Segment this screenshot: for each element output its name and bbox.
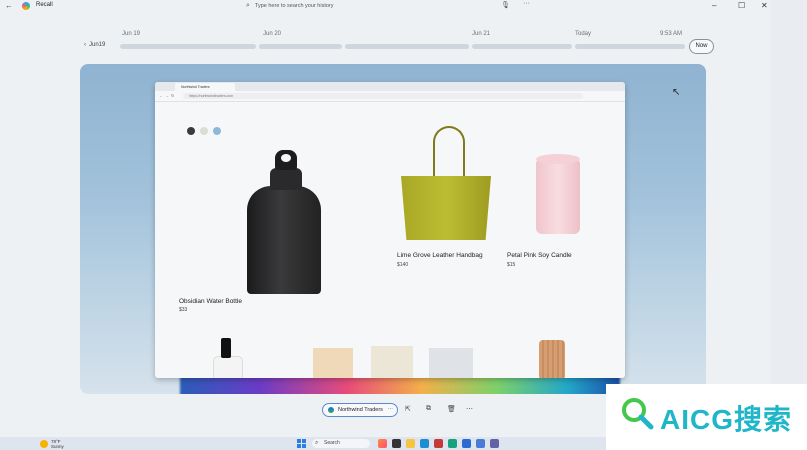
water-bottle-image — [247, 186, 321, 294]
recall-logo-icon — [22, 2, 30, 10]
timeline-time: 9:53 AM — [660, 31, 683, 37]
snapshot-browser-window[interactable]: Northwind Traders ←→↻ https://northwindt… — [155, 82, 625, 378]
more-options-icon[interactable]: ··· — [523, 0, 530, 7]
app-icon[interactable] — [378, 439, 387, 448]
water-bottle-neck — [270, 168, 302, 190]
close-icon[interactable]: ✕ — [761, 1, 768, 10]
file-explorer-icon[interactable] — [406, 439, 415, 448]
taskbar-search[interactable]: Search — [312, 439, 370, 448]
soap-bar-image — [313, 348, 353, 378]
weather-widget[interactable]: 78°F Sunny — [40, 439, 64, 449]
source-app-label: Northwind Traders — [338, 407, 383, 413]
timeline-date: Jun 20 — [263, 31, 282, 37]
timeline-segment[interactable] — [472, 44, 572, 49]
search-box[interactable]: ⌕ Type here to search your history 🎙 ··· — [240, 0, 534, 11]
timeline-segment[interactable] — [345, 44, 469, 49]
browser-address-bar: ←→↻ https://northwindtraders.com — [155, 91, 625, 102]
color-swatch-black[interactable] — [187, 127, 195, 135]
maximize-icon[interactable]: ☐ — [738, 1, 745, 10]
pump-bottle-image — [213, 356, 243, 378]
timeline-segment[interactable] — [120, 44, 256, 49]
soap-bar-image — [371, 346, 413, 378]
watermark-text: AICG搜索 — [660, 404, 793, 435]
color-swatch-white[interactable] — [200, 127, 208, 135]
task-view-icon[interactable] — [392, 439, 401, 448]
mail-icon[interactable] — [420, 439, 429, 448]
candle-top — [536, 154, 580, 164]
timeline-date: Today — [575, 31, 592, 37]
color-swatch-blue[interactable] — [213, 127, 221, 135]
chip-more-icon[interactable]: ⋯ — [388, 407, 394, 413]
weather-desc: Sunny — [51, 444, 64, 449]
weather-text: 78°F Sunny — [51, 439, 64, 449]
product-name[interactable]: Petal Pink Soy Candle — [507, 252, 572, 259]
office-icon[interactable] — [434, 439, 443, 448]
brush-image — [539, 340, 565, 378]
search-input[interactable]: Type here to search your history — [255, 3, 334, 9]
edge-icon[interactable] — [448, 439, 457, 448]
edge-browser-icon — [328, 407, 334, 413]
timeline-segment[interactable] — [259, 44, 342, 49]
open-icon[interactable]: ⇱ — [405, 405, 411, 413]
product-name[interactable]: Lime Grove Leather Handbag — [397, 252, 483, 259]
timeline-date: Jun 19 — [122, 31, 141, 37]
title-bar: ← Recall ⌕ Type here to search your hist… — [0, 0, 771, 12]
browser-tab[interactable]: Northwind Traders — [175, 83, 235, 91]
app-title: Recall — [36, 2, 53, 8]
handbag-image — [401, 176, 491, 240]
sun-icon — [40, 440, 48, 448]
mouse-cursor-icon: ↖ — [672, 87, 681, 98]
product-price: $15 — [507, 262, 516, 268]
timeline-segment[interactable] — [575, 44, 685, 49]
microphone-icon[interactable]: 🎙 — [501, 1, 510, 9]
pump-head — [221, 338, 231, 358]
recall-window: ← Recall ⌕ Type here to search your hist… — [0, 0, 771, 437]
store-icon[interactable] — [462, 439, 471, 448]
product-price: $140 — [397, 262, 409, 268]
copy-icon[interactable]: ⧉ — [426, 405, 431, 413]
minimize-icon[interactable]: – — [712, 1, 716, 10]
now-button[interactable]: Now — [689, 39, 714, 54]
browser-url[interactable]: https://northwindtraders.com — [183, 93, 583, 99]
teams-icon[interactable] — [490, 439, 499, 448]
watermark: AICG搜索 — [606, 384, 807, 450]
start-button-icon[interactable] — [297, 439, 306, 448]
chevron-left-icon: ‹ — [84, 42, 86, 48]
water-bottle-cap — [275, 150, 297, 170]
product-box-image — [429, 348, 473, 378]
delete-icon[interactable]: 🗑 — [447, 405, 456, 413]
browser-tab-strip: Northwind Traders — [155, 82, 625, 91]
source-app-chip[interactable]: Northwind Traders ⋯ — [322, 403, 398, 417]
candle-image — [536, 158, 580, 234]
back-arrow-icon[interactable]: ← — [5, 1, 13, 10]
browser-nav-icons: ←→↻ — [159, 93, 177, 98]
timeline[interactable]: ‹ Jun19 Jun 19 Jun 20 Jun 21 Today 9:53 … — [0, 26, 771, 66]
more-icon[interactable]: ⋯ — [466, 405, 473, 413]
recall-icon[interactable] — [476, 439, 485, 448]
handbag-handle — [433, 126, 465, 184]
watermark-logo-icon — [622, 398, 654, 430]
product-price: $33 — [179, 307, 188, 313]
previous-day-label: Jun19 — [89, 42, 106, 48]
previous-day-button[interactable]: ‹ Jun19 — [84, 42, 105, 48]
timeline-date: Jun 21 — [472, 31, 491, 37]
search-icon: ⌕ — [246, 1, 250, 9]
product-name[interactable]: Obsidian Water Bottle — [179, 298, 242, 305]
